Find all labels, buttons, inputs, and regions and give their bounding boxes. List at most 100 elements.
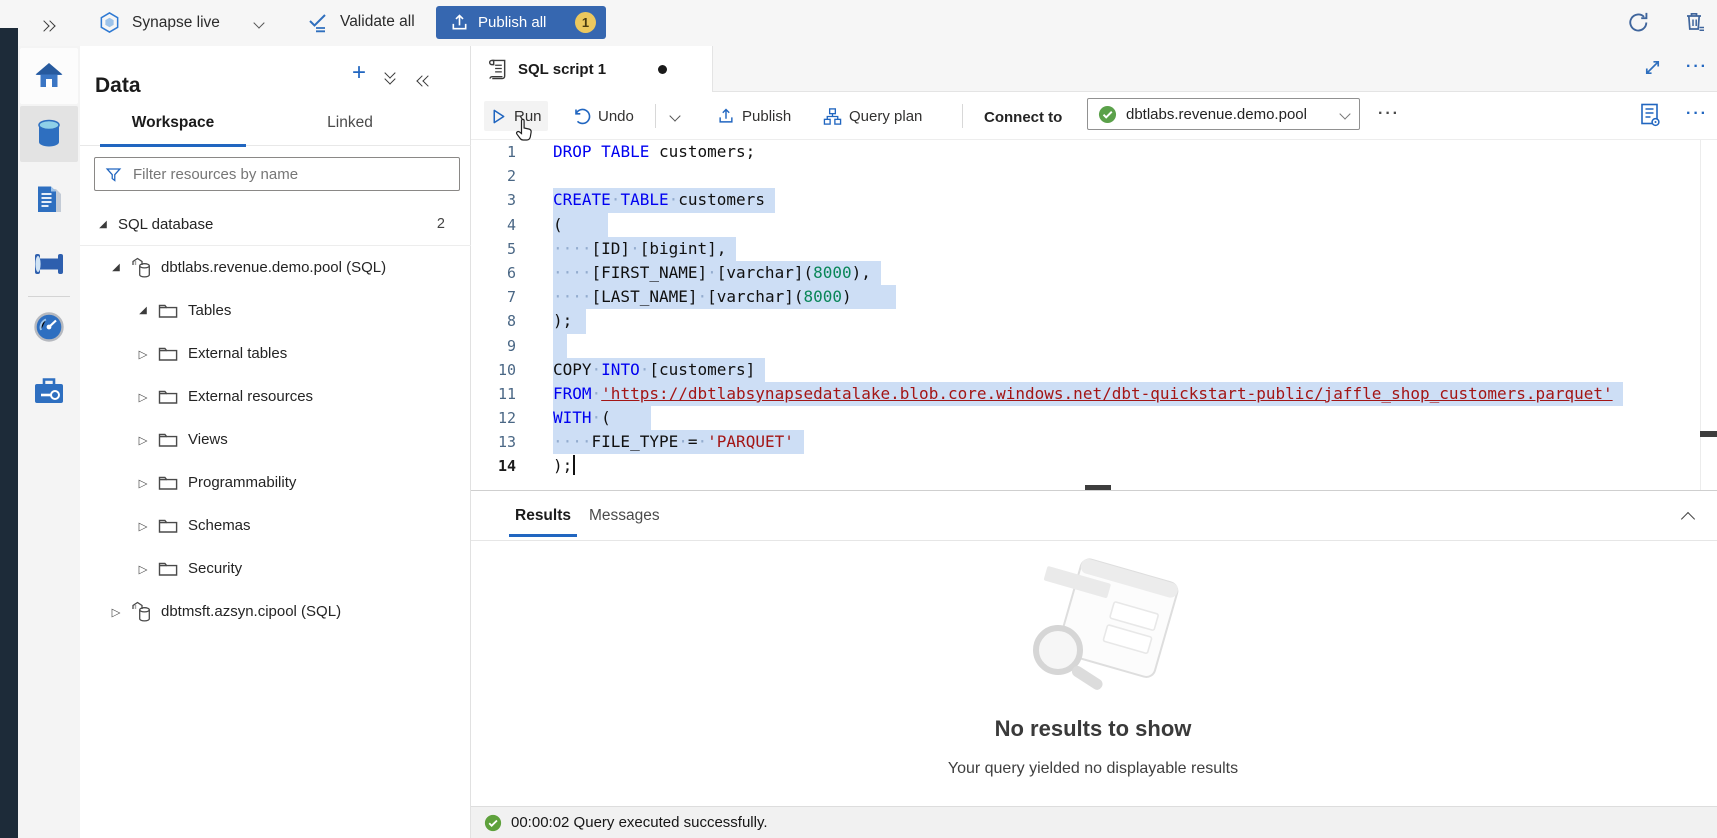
code-line-2[interactable]: 2 [471,164,1700,188]
code-line-10[interactable]: 10COPY·INTO·[customers] [471,358,1700,382]
nav-develop-button[interactable] [20,172,78,228]
code-line-1[interactable]: 1DROP TABLE customers; [471,140,1700,164]
caret-collapsed-icon[interactable]: ▷ [135,519,151,533]
tree-item-views[interactable]: ▷ Views [80,418,471,461]
tree-item-programmability[interactable]: ▷ Programmability [80,461,471,504]
synapse-live-icon [98,11,121,34]
monitor-icon [33,311,65,343]
run-options-chevron[interactable] [665,101,685,131]
nav-manage-button[interactable] [20,363,78,419]
expand-editor-icon[interactable] [1643,58,1662,77]
tree-item-label: Views [188,431,228,448]
chevron-down-icon [253,17,264,28]
tab-title: SQL script 1 [518,61,606,78]
code-line-text: ····[LAST_NAME]·[varchar](8000) [553,285,896,309]
refresh-icon[interactable] [1626,10,1651,35]
caret-expanded-icon[interactable]: ◢ [108,262,124,273]
collapse-all-icon[interactable] [386,69,394,83]
tab-messages[interactable]: Messages [589,491,660,540]
chevron-down-icon [1339,108,1350,119]
publish-button[interactable]: Publish [711,101,797,131]
code-line-14[interactable]: 14); [471,454,1700,478]
home-icon [33,60,65,92]
toolbar-more-icon[interactable]: ··· [1378,105,1400,123]
sql-code-editor[interactable]: 1DROP TABLE customers;23CREATE·TABLE·cus… [471,140,1700,490]
code-line-5[interactable]: 5····[ID]·[bigint], [471,237,1700,261]
nav-home-button[interactable] [20,48,78,104]
code-line-text: ); [553,309,586,333]
tree-item-dbtmsft-azsyn-cipool-sql[interactable]: ▷ dbtmsft.azsyn.cipool (SQL) [80,590,471,633]
code-line-text [553,334,567,358]
expand-sidebar-icon[interactable] [40,17,54,35]
line-number: 9 [471,334,516,358]
line-number: 10 [471,358,516,382]
toolbar-divider [655,104,656,128]
undo-button[interactable]: Undo [567,101,640,131]
code-line-text: ····[ID]·[bigint], [553,237,736,261]
caret-expanded-icon[interactable]: ◢ [135,305,151,316]
folder-icon [158,561,179,577]
query-plan-button[interactable]: Query plan [817,101,928,131]
validate-icon [306,10,330,34]
nav-divider [28,296,70,297]
discard-trash-icon[interactable] [1682,9,1708,35]
data-icon [34,118,64,150]
nav-integrate-button[interactable] [20,236,78,292]
code-line-13[interactable]: 13····FILE_TYPE·=·'PARQUET' [471,430,1700,454]
code-line-8[interactable]: 8); [471,309,1700,333]
tree-item-schemas[interactable]: ▷ Schemas [80,504,471,547]
code-line-9[interactable]: 9 [471,334,1700,358]
tree-item-external-tables[interactable]: ▷ External tables [80,332,471,375]
data-panel-tabs: Workspace Linked [80,100,471,146]
line-number: 2 [471,164,516,188]
connect-pool-dropdown[interactable]: dbtlabs.revenue.demo.pool [1087,98,1360,130]
tab-bar-more-icon[interactable]: ··· [1686,58,1708,76]
code-line-text: ); [553,454,575,478]
validate-all-button[interactable]: Validate all [306,10,415,34]
toolbar-overflow-icon[interactable]: ··· [1686,105,1708,123]
filter-resources-input[interactable] [131,165,449,184]
caret-collapsed-icon[interactable]: ▷ [135,390,151,404]
caret-collapsed-icon[interactable]: ▷ [135,562,151,576]
caret-collapsed-icon[interactable]: ▷ [108,605,124,619]
run-button[interactable]: Run [484,101,548,131]
tree-item-tables[interactable]: ◢ Tables [80,289,471,332]
collapse-results-chevron[interactable] [1683,511,1693,529]
publish-upload-icon [717,107,735,125]
caret-collapsed-icon[interactable]: ▷ [135,433,151,447]
environment-switcher[interactable]: Synapse live [98,11,263,34]
tree-item-security[interactable]: ▷ Security [80,547,471,590]
editor-vertical-scrollbar-thumb[interactable] [1700,431,1717,437]
code-line-text: ( [553,213,608,237]
code-line-7[interactable]: 7····[LAST_NAME]·[varchar](8000) [471,285,1700,309]
nav-monitor-button[interactable] [20,299,78,355]
properties-icon[interactable] [1638,102,1662,128]
tab-linked[interactable]: Linked [280,100,420,146]
nav-data-button[interactable] [20,106,78,162]
tree-item-sql-database[interactable]: ◢SQL database2 [80,203,471,246]
tab-results[interactable]: Results [515,491,571,540]
add-resource-button[interactable]: + [352,62,366,84]
code-line-text: CREATE·TABLE·customers [553,188,775,212]
caret-collapsed-icon[interactable]: ▷ [135,347,151,361]
code-line-12[interactable]: 12WITH·( [471,406,1700,430]
publish-all-button[interactable]: Publish all 1 [436,6,606,39]
tab-workspace[interactable]: Workspace [100,100,246,146]
collapse-pane-icon[interactable] [418,72,432,90]
caret-collapsed-icon[interactable]: ▷ [135,476,151,490]
code-lines: 1DROP TABLE customers;23CREATE·TABLE·cus… [471,140,1700,479]
code-line-4[interactable]: 4( [471,213,1700,237]
folder-icon [158,518,179,534]
tree-item-dbtlabs-revenue-demo-pool-sql[interactable]: ◢ dbtlabs.revenue.demo.pool (SQL) [80,246,471,289]
pool-online-icon [1098,105,1117,124]
tree-item-label: Programmability [188,474,296,491]
caret-expanded-icon[interactable]: ◢ [95,219,111,230]
code-line-6[interactable]: 6····[FIRST_NAME]·[varchar](8000), [471,261,1700,285]
tree-item-external-resources[interactable]: ▷ External resources [80,375,471,418]
activity-bar [18,46,81,838]
connected-pool-name: dbtlabs.revenue.demo.pool [1126,106,1332,123]
code-line-3[interactable]: 3CREATE·TABLE·customers [471,188,1700,212]
tab-sql-script-1[interactable]: SQL script 1 [471,46,713,92]
code-line-11[interactable]: 11FROM·'https://dbtlabsynapsedatalake.bl… [471,382,1700,406]
folder-icon [158,389,179,405]
